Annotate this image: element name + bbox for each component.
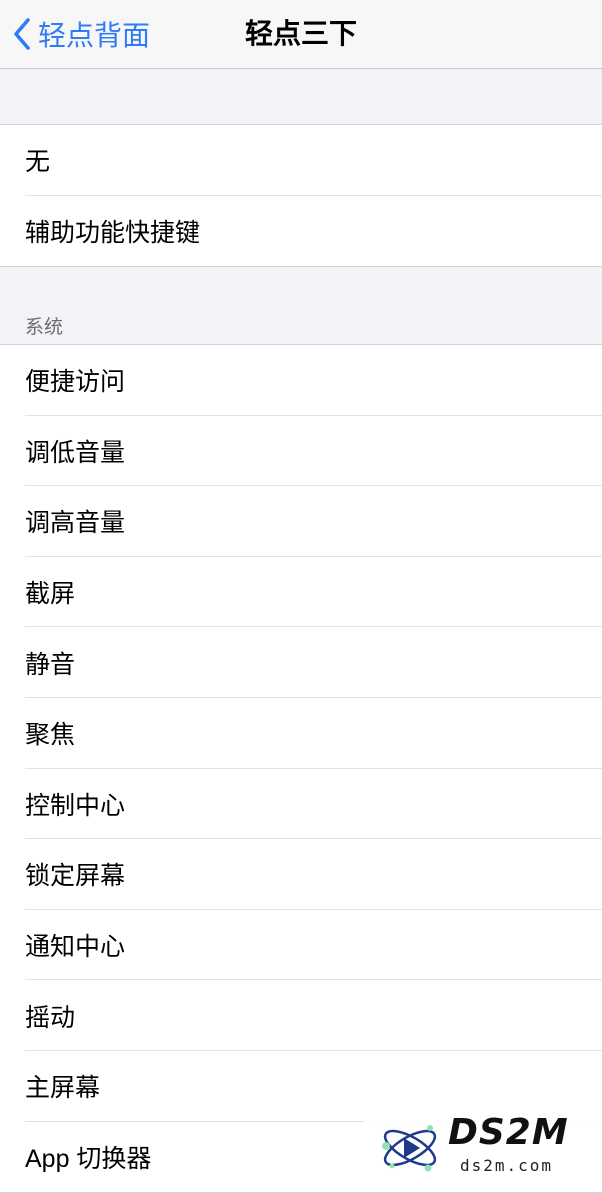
watermark: DS2M ds2m.com — [364, 1110, 602, 1184]
list-item[interactable]: 截屏 — [0, 557, 602, 628]
list-item-label: 调低音量 — [25, 438, 126, 467]
list-item-label: App 切换器 — [25, 1144, 152, 1173]
watermark-brand: DS2M — [448, 1112, 569, 1153]
list-item[interactable]: 调高音量 — [0, 486, 602, 557]
navigation-bar: 轻点背面 轻点三下 — [0, 0, 602, 69]
atom-logo-icon — [382, 1125, 437, 1172]
list-item-label: 便捷访问 — [25, 368, 126, 397]
list-item-none[interactable]: 无 — [0, 125, 602, 196]
list-item-label: 辅助功能快捷键 — [25, 218, 201, 247]
list-item[interactable]: 便捷访问 — [0, 345, 602, 416]
list-item-label: 通知中心 — [25, 933, 126, 962]
watermark-site: ds2m.com — [460, 1156, 554, 1175]
list-item[interactable]: 摇动 — [0, 980, 602, 1051]
list-item-label: 无 — [25, 148, 51, 177]
list-item[interactable]: 聚焦 — [0, 698, 602, 769]
list-item-label: 控制中心 — [25, 791, 126, 820]
list-item-label: 静音 — [25, 650, 76, 679]
list-item[interactable]: 静音 — [0, 627, 602, 698]
list-item-label: 主屏幕 — [25, 1074, 101, 1103]
system-options-group: 便捷访问 调低音量 调高音量 截屏 静音 聚焦 控制中心 锁定屏幕 通知中心 摇… — [0, 344, 602, 1193]
page-title: 轻点三下 — [244, 18, 357, 49]
list-item-label: 调高音量 — [25, 509, 126, 538]
list-item-label: 锁定屏幕 — [25, 862, 126, 891]
list-item[interactable]: 控制中心 — [0, 769, 602, 840]
list-item[interactable]: 通知中心 — [0, 910, 602, 981]
list-item[interactable]: 锁定屏幕 — [0, 839, 602, 910]
list-item[interactable]: 调低音量 — [0, 416, 602, 487]
list-item-label: 摇动 — [25, 1003, 76, 1032]
list-item-label: 聚焦 — [25, 721, 76, 750]
options-group: 无 辅助功能快捷键 — [0, 124, 602, 268]
list-item-label: 截屏 — [25, 580, 76, 609]
section-header-system: 系统 — [25, 317, 64, 338]
list-item-accessibility-shortcut[interactable]: 辅助功能快捷键 — [0, 196, 602, 267]
